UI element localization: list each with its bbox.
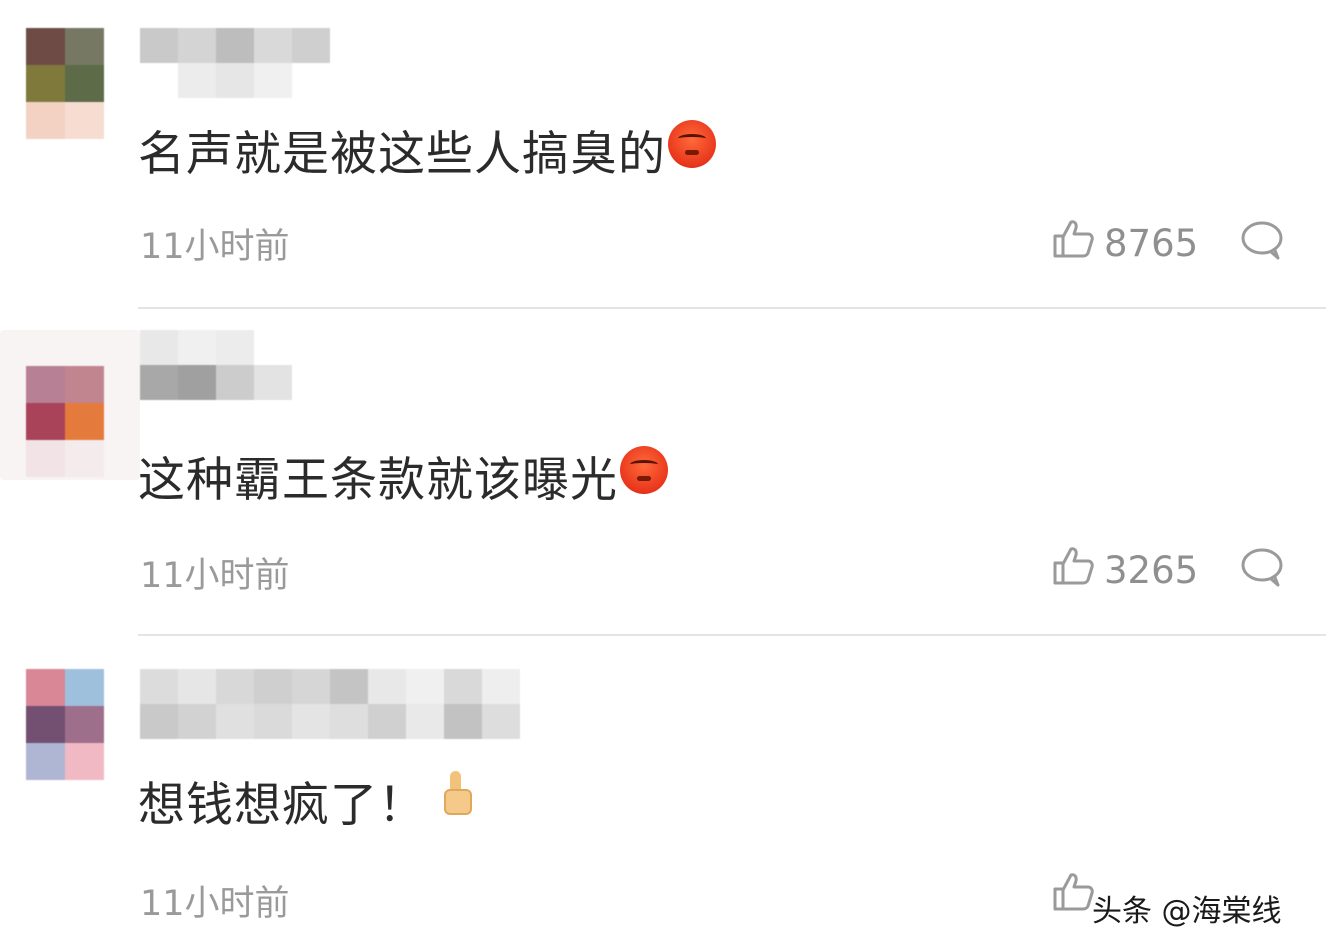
divider	[138, 307, 1326, 309]
comment-time: 11小时前	[140, 556, 290, 596]
divider	[138, 634, 1326, 636]
comment-body: 这种霸王条款就该曝光	[138, 453, 618, 508]
comment-text: 想钱想疯了！	[138, 771, 474, 836]
like-button[interactable]: 3265	[1052, 546, 1198, 595]
like-button[interactable]	[1052, 872, 1094, 921]
angry-face-icon	[620, 446, 668, 494]
username-blurred[interactable]	[140, 28, 330, 98]
avatar[interactable]	[26, 366, 104, 478]
username-blurred[interactable]	[140, 330, 292, 400]
speech-bubble-icon[interactable]	[1240, 220, 1284, 264]
comment-body: 名声就是被这些人搞臭的	[138, 127, 666, 182]
comment-item: 这种霸王条款就该曝光 11小时前 3265	[0, 310, 1326, 635]
like-count: 8765	[1104, 222, 1199, 265]
comment-feed: 名声就是被这些人搞臭的 11小时前 8765 这种霸王条款就该曝光 11小时前 …	[0, 0, 1326, 952]
angry-face-icon	[668, 120, 716, 168]
thumbs-up-icon	[440, 771, 474, 817]
speech-bubble-icon[interactable]	[1240, 547, 1284, 591]
comment-item: 名声就是被这些人搞臭的 11小时前 8765	[0, 0, 1326, 308]
thumbs-up-outline-icon	[1052, 872, 1094, 921]
like-count: 3265	[1104, 549, 1199, 592]
watermark: 头条 @海棠线	[1092, 894, 1282, 929]
comment-body: 想钱想疯了！	[138, 778, 426, 833]
avatar[interactable]	[26, 28, 104, 140]
like-button[interactable]: 8765	[1052, 219, 1198, 268]
comment-time: 11小时前	[140, 227, 290, 267]
thumbs-up-outline-icon	[1052, 219, 1094, 268]
username-blurred[interactable]	[140, 669, 520, 739]
avatar[interactable]	[26, 669, 104, 781]
comment-text: 这种霸王条款就该曝光	[138, 446, 668, 511]
comment-time: 11小时前	[140, 884, 290, 924]
comment-text: 名声就是被这些人搞臭的	[138, 120, 716, 185]
thumbs-up-outline-icon	[1052, 546, 1094, 595]
